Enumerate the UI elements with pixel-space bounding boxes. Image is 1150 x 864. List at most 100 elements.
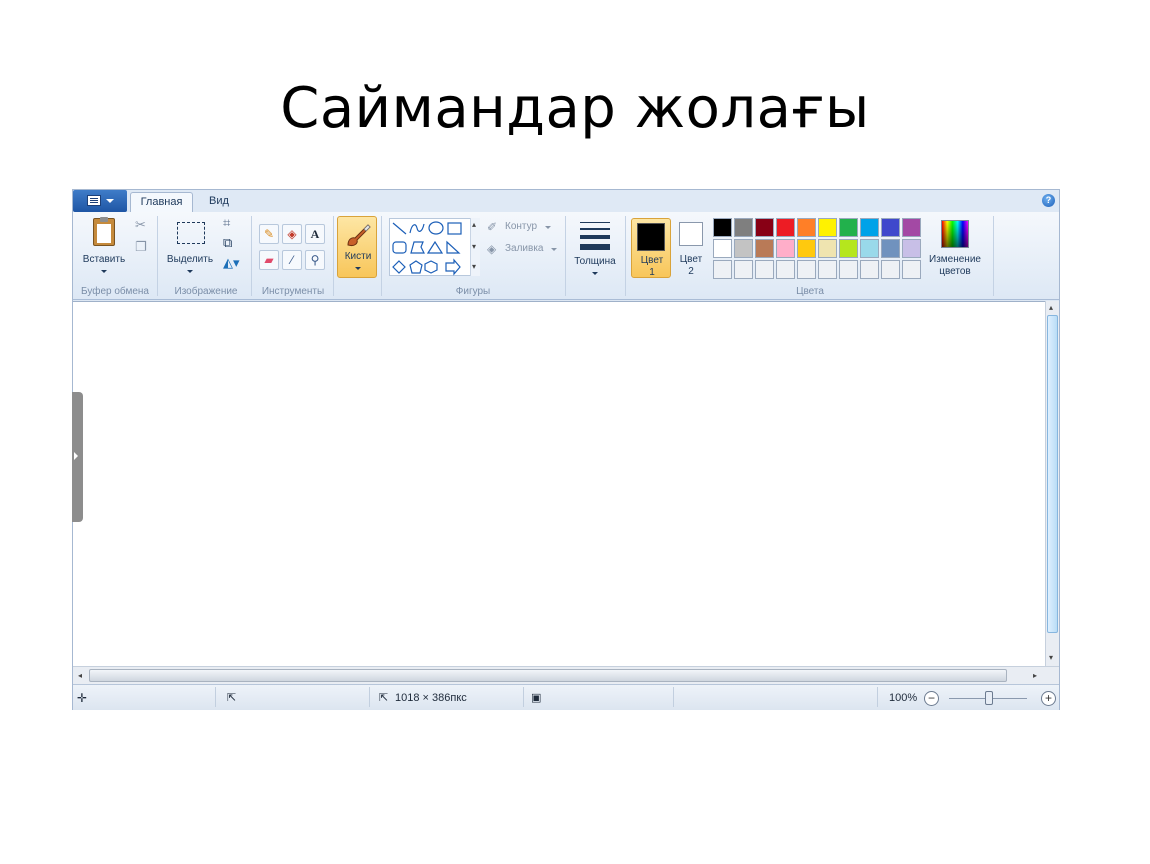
brushes-dropdown-icon bbox=[355, 267, 361, 270]
fill-bucket-icon[interactable]: ◈ bbox=[282, 224, 302, 244]
drawing-canvas[interactable] bbox=[72, 301, 1045, 666]
zoom-in-icon[interactable]: + bbox=[1041, 691, 1056, 706]
color-swatch[interactable] bbox=[881, 218, 900, 237]
paste-icon[interactable] bbox=[93, 217, 115, 246]
color-swatch[interactable] bbox=[734, 239, 753, 258]
group-label-image: Изображение bbox=[174, 286, 238, 297]
status-separator bbox=[369, 687, 370, 707]
brushes-button[interactable]: Кисти bbox=[337, 216, 377, 278]
group-separator bbox=[157, 216, 158, 296]
rotate-icon[interactable]: ◭▾ bbox=[223, 256, 240, 270]
color-swatch[interactable] bbox=[860, 239, 879, 258]
group-separator bbox=[625, 216, 626, 296]
zoom-slider-thumb[interactable] bbox=[985, 691, 993, 705]
color-swatch[interactable] bbox=[776, 218, 795, 237]
cut-icon[interactable]: ✂ bbox=[135, 218, 146, 232]
edit-colors-label-line1[interactable]: Изменение bbox=[923, 254, 987, 266]
color1-label-line2: 1 bbox=[649, 267, 655, 278]
gallery-expand-icon[interactable]: ▾ bbox=[472, 262, 476, 272]
magnifier-icon[interactable]: ⚲ bbox=[305, 250, 325, 270]
size-dropdown-icon[interactable] bbox=[592, 272, 598, 275]
eraser-icon[interactable]: ▰ bbox=[259, 250, 279, 270]
scroll-up-icon[interactable]: ▴ bbox=[1049, 303, 1053, 313]
color-swatch[interactable] bbox=[818, 218, 837, 237]
tab-strip: Главная Вид ? bbox=[73, 190, 1059, 212]
custom-color-slot[interactable] bbox=[713, 260, 732, 279]
color-swatch[interactable] bbox=[776, 239, 795, 258]
tab-home[interactable]: Главная bbox=[130, 192, 193, 212]
fill-button[interactable]: Заливка bbox=[505, 243, 544, 255]
color-swatch[interactable] bbox=[902, 218, 921, 237]
color-swatch[interactable] bbox=[902, 239, 921, 258]
custom-color-slot[interactable] bbox=[902, 260, 921, 279]
color1-button[interactable]: Цвет 1 bbox=[631, 218, 671, 278]
color-swatch[interactable] bbox=[839, 239, 858, 258]
size-button[interactable]: Толщина bbox=[567, 256, 623, 268]
custom-color-slot[interactable] bbox=[881, 260, 900, 279]
shapes-scrollbar[interactable]: ▴ ▾ ▾ bbox=[470, 218, 480, 276]
outline-dropdown-icon[interactable] bbox=[545, 226, 551, 229]
edit-colors-label-line2[interactable]: цветов bbox=[923, 266, 987, 278]
dropdown-arrow-icon bbox=[106, 199, 114, 203]
size-icon[interactable] bbox=[580, 222, 610, 250]
color-swatch[interactable] bbox=[797, 239, 816, 258]
scroll-down-icon[interactable]: ▾ bbox=[472, 242, 476, 252]
color1-swatch bbox=[637, 223, 665, 251]
horizontal-scroll-thumb[interactable] bbox=[89, 669, 1007, 682]
custom-color-slot[interactable] bbox=[776, 260, 795, 279]
paste-button[interactable]: Вставить bbox=[77, 254, 131, 266]
color-swatch[interactable] bbox=[755, 218, 774, 237]
vertical-scrollbar[interactable]: ▴ ▾ bbox=[1045, 301, 1059, 666]
select-dropdown-icon[interactable] bbox=[187, 270, 193, 273]
color-swatch[interactable] bbox=[755, 239, 774, 258]
vertical-scroll-thumb[interactable] bbox=[1047, 315, 1058, 633]
document-icon bbox=[87, 195, 101, 206]
edit-colors-icon[interactable] bbox=[941, 220, 969, 248]
color-swatch[interactable] bbox=[797, 218, 816, 237]
horizontal-scrollbar[interactable]: ◂ ▸ bbox=[73, 666, 1059, 684]
custom-color-slot[interactable] bbox=[734, 260, 753, 279]
outline-icon[interactable]: ✐ bbox=[487, 220, 497, 234]
scroll-up-icon[interactable]: ▴ bbox=[472, 220, 476, 230]
outline-button[interactable]: Контур bbox=[505, 221, 537, 233]
fill-dropdown-icon[interactable] bbox=[551, 248, 557, 251]
color-swatch[interactable] bbox=[713, 239, 732, 258]
color-swatch[interactable] bbox=[713, 218, 732, 237]
color-swatch[interactable] bbox=[881, 239, 900, 258]
custom-color-slot[interactable] bbox=[755, 260, 774, 279]
select-button[interactable]: Выделить bbox=[161, 254, 219, 266]
resize-icon[interactable]: ⧉ bbox=[223, 236, 232, 250]
custom-color-slot[interactable] bbox=[860, 260, 879, 279]
select-icon[interactable] bbox=[177, 222, 205, 244]
crop-icon[interactable]: ⌗ bbox=[223, 216, 230, 230]
group-separator bbox=[565, 216, 566, 296]
paint-menu-button[interactable] bbox=[73, 190, 127, 212]
group-label-colors: Цвета bbox=[796, 286, 824, 297]
color-swatch[interactable] bbox=[818, 239, 837, 258]
scroll-right-icon[interactable]: ▸ bbox=[1033, 671, 1037, 681]
color-swatch[interactable] bbox=[839, 218, 858, 237]
canvas-size-icon: ⇱ bbox=[379, 692, 389, 704]
scroll-down-icon[interactable]: ▾ bbox=[1049, 653, 1053, 663]
color2-label-line2: 2 bbox=[688, 266, 694, 277]
group-label-clipboard: Буфер обмена bbox=[81, 286, 149, 297]
scroll-left-icon[interactable]: ◂ bbox=[78, 671, 82, 681]
custom-color-slot[interactable] bbox=[839, 260, 858, 279]
color-swatch[interactable] bbox=[734, 218, 753, 237]
status-bar: ✛ ⇱ ⇱ 1018 × 386пкс ▣ 100% − + bbox=[73, 684, 1059, 710]
status-separator bbox=[673, 687, 674, 707]
custom-color-slot[interactable] bbox=[818, 260, 837, 279]
copy-icon[interactable]: ❐ bbox=[135, 240, 147, 254]
paste-dropdown-icon[interactable] bbox=[101, 270, 107, 273]
pencil-icon[interactable]: ✎ bbox=[259, 224, 279, 244]
custom-color-slot[interactable] bbox=[797, 260, 816, 279]
fill-icon[interactable]: ◈ bbox=[487, 242, 496, 256]
text-tool-icon[interactable]: A bbox=[305, 224, 325, 244]
canvas-resize-handle[interactable] bbox=[72, 392, 83, 522]
color-swatch[interactable] bbox=[860, 218, 879, 237]
help-icon[interactable]: ? bbox=[1042, 194, 1055, 207]
tab-view[interactable]: Вид bbox=[199, 192, 239, 212]
zoom-out-icon[interactable]: − bbox=[924, 691, 939, 706]
color-picker-icon[interactable]: ⁄ bbox=[282, 250, 302, 270]
shapes-gallery[interactable] bbox=[389, 218, 479, 276]
